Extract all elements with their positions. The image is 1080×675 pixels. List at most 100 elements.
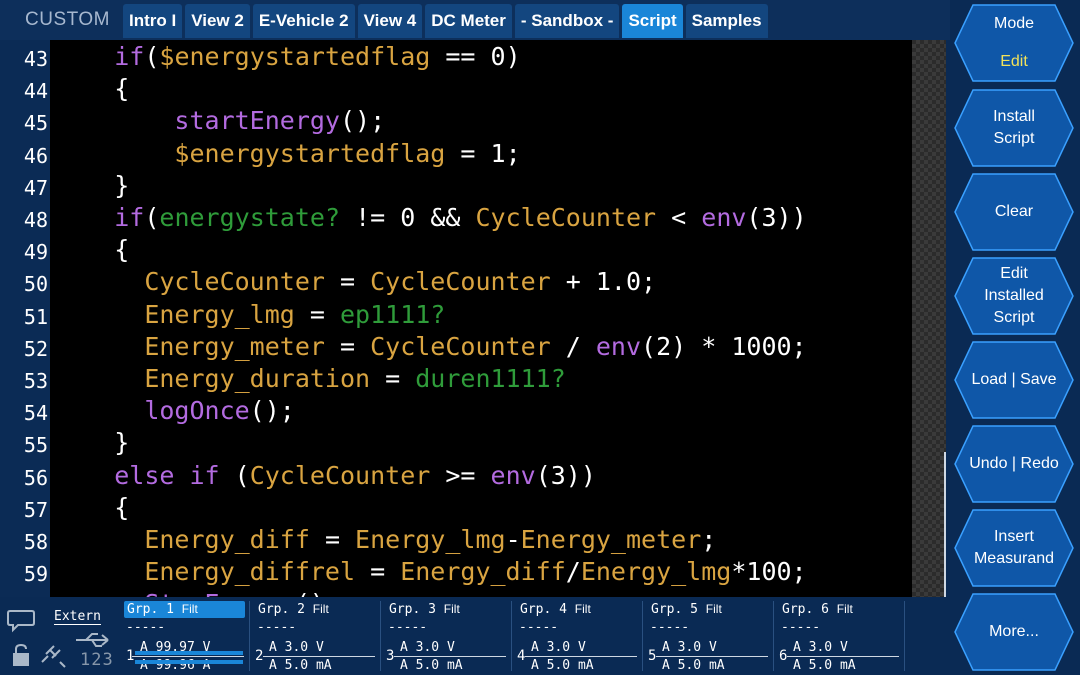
code-line[interactable]: if(energystate? != 0 && CycleCounter < e… (54, 203, 807, 232)
tab-e-vehicle-2[interactable]: E-Vehicle 2 (252, 4, 355, 38)
code-token: } (54, 170, 130, 200)
code-line[interactable]: StopEnergy(); (54, 589, 340, 597)
code-line[interactable]: } (54, 171, 129, 200)
group-number: 4 (559, 602, 567, 617)
range-divider (263, 656, 375, 657)
code-token: logOnce (144, 396, 250, 426)
code-line[interactable]: Energy_duration = duren1111? (54, 364, 566, 393)
tab-view-2[interactable]: View 2 (185, 4, 250, 38)
code-token: < (656, 203, 702, 232)
code-token: (2) * 1000; (641, 331, 807, 361)
code-token: { (54, 74, 130, 104)
line-number: 43 (23, 47, 48, 71)
code-line[interactable]: Energy_diffrel = Energy_diff/Energy_lmg*… (54, 557, 806, 587)
current-level-bar (135, 660, 243, 664)
code-token: env (490, 460, 536, 490)
plug-icon[interactable] (38, 642, 68, 668)
code-line[interactable]: logOnce(); (54, 396, 295, 425)
more-button[interactable]: More... (953, 592, 1075, 672)
button-label: Script (993, 309, 1035, 326)
code-line[interactable]: CycleCounter = CycleCounter + 1.0; (54, 267, 656, 296)
insert-measurand-button[interactable]: Insert Measurand (953, 508, 1075, 588)
line-number: 45 (23, 111, 48, 136)
group-header: Grp. 3 Filt (386, 601, 463, 618)
code-line[interactable]: $energystartedflag = 1; (54, 138, 520, 168)
code-line[interactable]: { (54, 493, 129, 522)
undo-redo-button[interactable]: Undo | Redo (953, 424, 1075, 504)
code-token: $energystartedflag (174, 138, 446, 168)
tab-sandbox[interactable]: - Sandbox - (514, 4, 620, 38)
code-token: if (114, 203, 145, 232)
code-line[interactable]: Energy_meter = CycleCounter / env(2) * 1… (54, 331, 807, 361)
load-save-button[interactable]: Load | Save (953, 340, 1075, 420)
code-line[interactable]: } (54, 428, 129, 457)
tab-samples[interactable]: Samples (685, 4, 768, 38)
code-token: startEnergy (174, 106, 340, 136)
group-label: Grp. (258, 602, 290, 617)
range-divider (132, 656, 244, 657)
code-token: (3)) (746, 203, 807, 232)
code-line[interactable]: startEnergy(); (54, 106, 385, 135)
button-label: Install (993, 108, 1035, 125)
group-3[interactable]: Grp. 3 Filt ----- 3 A 3.0 V A 5.0 mA (384, 598, 512, 675)
group-label: Grp. (651, 602, 683, 617)
code-token: duren1111? (415, 364, 566, 393)
button-label: More... (989, 623, 1039, 640)
code-token: Energy_diff (400, 557, 566, 587)
group-divider (511, 601, 512, 671)
group-5[interactable]: Grp. 5 Filt ----- 5 A 3.0 V A 5.0 mA (646, 598, 774, 675)
group-header: Grp. 1 Filt (124, 601, 245, 618)
code-token: CycleCounter (249, 460, 431, 490)
scrollbar-track[interactable] (912, 40, 946, 597)
current-range: A 5.0 mA (662, 658, 725, 673)
lock-icon[interactable] (10, 642, 34, 668)
group-header: Grp. 2 Filt (255, 601, 332, 618)
group-label: Grp. (520, 602, 552, 617)
line-number: 53 (23, 369, 48, 393)
group-4[interactable]: Grp. 4 Filt ----- 4 A 3.0 V A 5.0 mA (515, 598, 643, 675)
tab-intro-i[interactable]: Intro I (123, 4, 183, 38)
group-2[interactable]: Grp. 2 Filt ----- 2 A 3.0 V A 5.0 mA (253, 598, 381, 675)
brand-label: CUSTOM (25, 9, 110, 30)
button-label: Measurand (973, 550, 1055, 567)
voltage-level-bar (135, 651, 243, 655)
code-line[interactable]: Energy_diff = Energy_lmg-Energy_meter; (54, 525, 716, 554)
filter-label: Filt (574, 602, 591, 616)
chat-icon[interactable] (6, 608, 36, 634)
edit-installed-script-button[interactable]: Edit Installed Script (953, 256, 1075, 336)
voltage-range: A 3.0 V (400, 640, 455, 655)
group-divider (249, 601, 250, 671)
filter-label: Filt (181, 602, 198, 616)
group-6[interactable]: Grp. 6 Filt ----- 6 A 3.0 V A 5.0 mA (777, 598, 905, 675)
clear-button[interactable]: Clear (953, 172, 1075, 252)
code-line[interactable]: { (54, 235, 129, 264)
current-range: A 5.0 mA (269, 658, 332, 673)
filter-label: Filt (312, 602, 329, 616)
install-script-button[interactable]: Install Script (953, 88, 1075, 168)
code-token: Energy_lmg (144, 299, 295, 329)
group-1[interactable]: Grp. 1 Filt ----- 1 A 99.97 VA 99.96 A (122, 598, 250, 675)
code-line[interactable]: else if (CycleCounter >= env(3)) (54, 461, 596, 490)
code-token: / (550, 331, 596, 361)
script-editor[interactable]: 434445464748495051525354555657585960 if(… (0, 40, 946, 597)
code-line[interactable]: Energy_lmg = ep1111? (54, 300, 445, 329)
button-label: Load | Save (971, 371, 1057, 388)
code-token: == 0) (430, 42, 521, 71)
tab-dc-meter[interactable]: DC Meter (425, 4, 512, 38)
code-line[interactable]: { (54, 74, 129, 103)
channel-indicator: 123 (80, 650, 114, 670)
range-divider (656, 656, 768, 657)
group-header: Grp. 6 Filt (779, 601, 856, 618)
tab-view-4[interactable]: View 4 (357, 4, 423, 38)
mode-button[interactable]: Mode Edit (953, 3, 1075, 83)
status-bar: Extern 123 Grp. 1 Filt ----- 1 A 99.97 VA 9… (0, 598, 950, 675)
code-line[interactable]: if($energystartedflag == 0) (54, 42, 521, 71)
scrollbar-thumb[interactable] (944, 452, 946, 597)
code-token: Energy_diff (144, 525, 310, 554)
tab-script[interactable]: Script (622, 4, 683, 38)
group-header: Grp. 4 Filt (517, 601, 594, 618)
